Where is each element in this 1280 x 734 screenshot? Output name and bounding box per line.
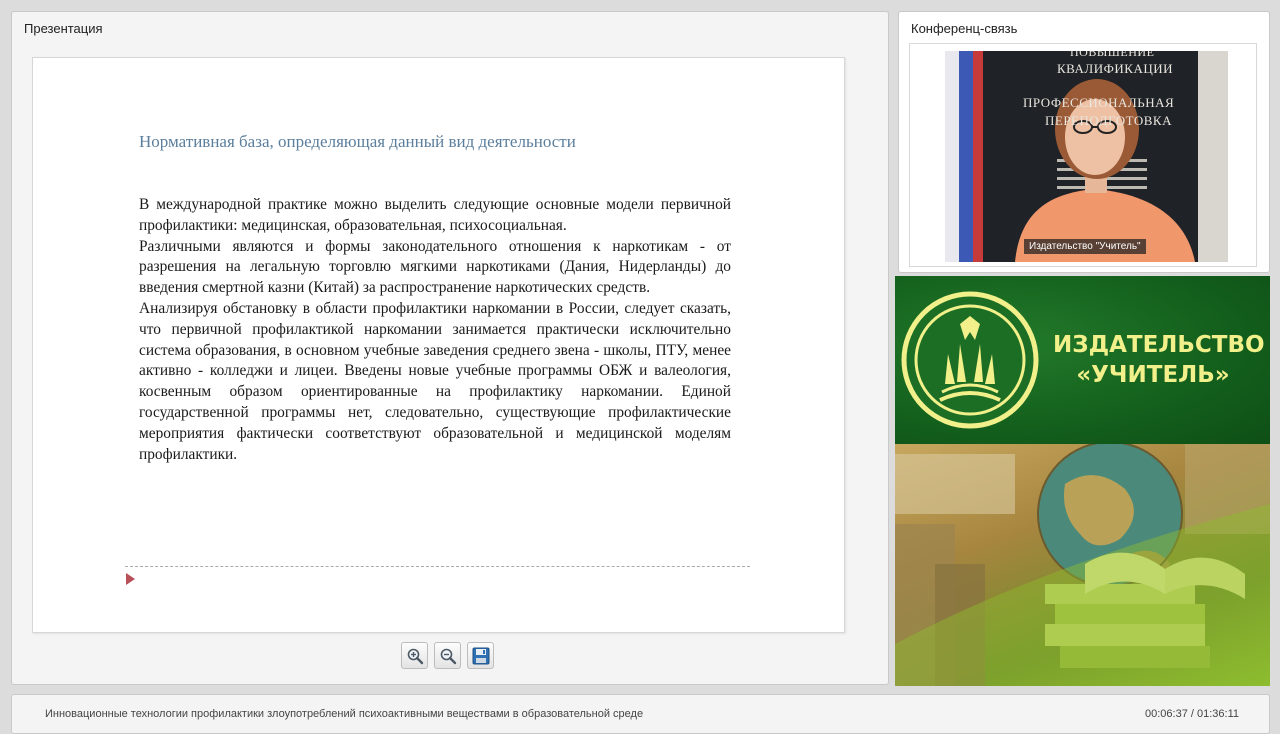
presentation-panel: Презентация Нормативная база, определяющ… — [11, 11, 889, 685]
slide-divider — [125, 566, 750, 567]
globe-and-books-image — [895, 441, 1270, 686]
zoom-out-button[interactable] — [434, 642, 461, 669]
banner-line: ПЕРЕПОДГОТОВКА — [1045, 113, 1172, 128]
zoom-in-button[interactable] — [401, 642, 428, 669]
zoom-in-icon — [407, 648, 424, 665]
banner-line: ПОВЫШЕНИЕ — [1070, 51, 1155, 59]
slide-paragraph: В международной практике можно выделить … — [139, 196, 731, 234]
slide-marker-icon — [126, 573, 135, 585]
promo-logo-area: ИЗДАТЕЛЬСТВО «УЧИТЕЛЬ» — [895, 276, 1270, 444]
speaker-label: Издательство "Учитель" — [1024, 239, 1146, 254]
slide-body: В международной практике можно выделить … — [139, 195, 731, 465]
banner-line: ПРОФЕССИОНАЛЬНАЯ — [1023, 95, 1175, 110]
speaker-video[interactable]: ПОВЫШЕНИЕ КВАЛИФИКАЦИИ ПРОФЕССИОНАЛЬНАЯ … — [945, 51, 1228, 262]
presentation-panel-title: Презентация — [24, 21, 103, 36]
video-scene — [945, 51, 1228, 262]
publisher-name: ИЗДАТЕЛЬСТВО «УЧИТЕЛЬ» — [1053, 330, 1265, 390]
status-bar: Инновационные технологии профилактики зл… — [11, 694, 1270, 734]
slide-paragraph: Анализируя обстановку в области профилак… — [139, 299, 731, 463]
playback-time: 00:06:37 / 01:36:11 — [1145, 708, 1239, 720]
save-button[interactable] — [467, 642, 494, 669]
publisher-name-line: ИЗДАТЕЛЬСТВО — [1053, 332, 1265, 358]
publisher-promo: ИЗДАТЕЛЬСТВО «УЧИТЕЛЬ» — [895, 276, 1270, 686]
banner-line: КВАЛИФИКАЦИИ — [1057, 61, 1173, 76]
conference-panel-title: Конференц-связь — [911, 21, 1018, 36]
slide-paragraph: Различными являются и формы законодатель… — [139, 237, 731, 297]
video-frame: ПОВЫШЕНИЕ КВАЛИФИКАЦИИ ПРОФЕССИОНАЛЬНАЯ … — [909, 43, 1257, 267]
zoom-out-icon — [440, 648, 457, 665]
publisher-logo-icon — [901, 291, 1039, 429]
slide-heading: Нормативная база, определяющая данный ви… — [139, 132, 576, 151]
course-title: Инновационные технологии профилактики зл… — [45, 708, 644, 720]
presentation-slide: Нормативная база, определяющая данный ви… — [32, 57, 845, 633]
promo-books-image — [895, 441, 1270, 686]
floppy-disk-icon — [472, 647, 490, 665]
conference-panel: Конференц-связь ПОВЫШЕНИЕ КВАЛИФИКАЦИИ П… — [898, 11, 1270, 273]
publisher-name-line: «УЧИТЕЛЬ» — [1076, 362, 1230, 388]
presentation-toolbar — [401, 642, 494, 669]
